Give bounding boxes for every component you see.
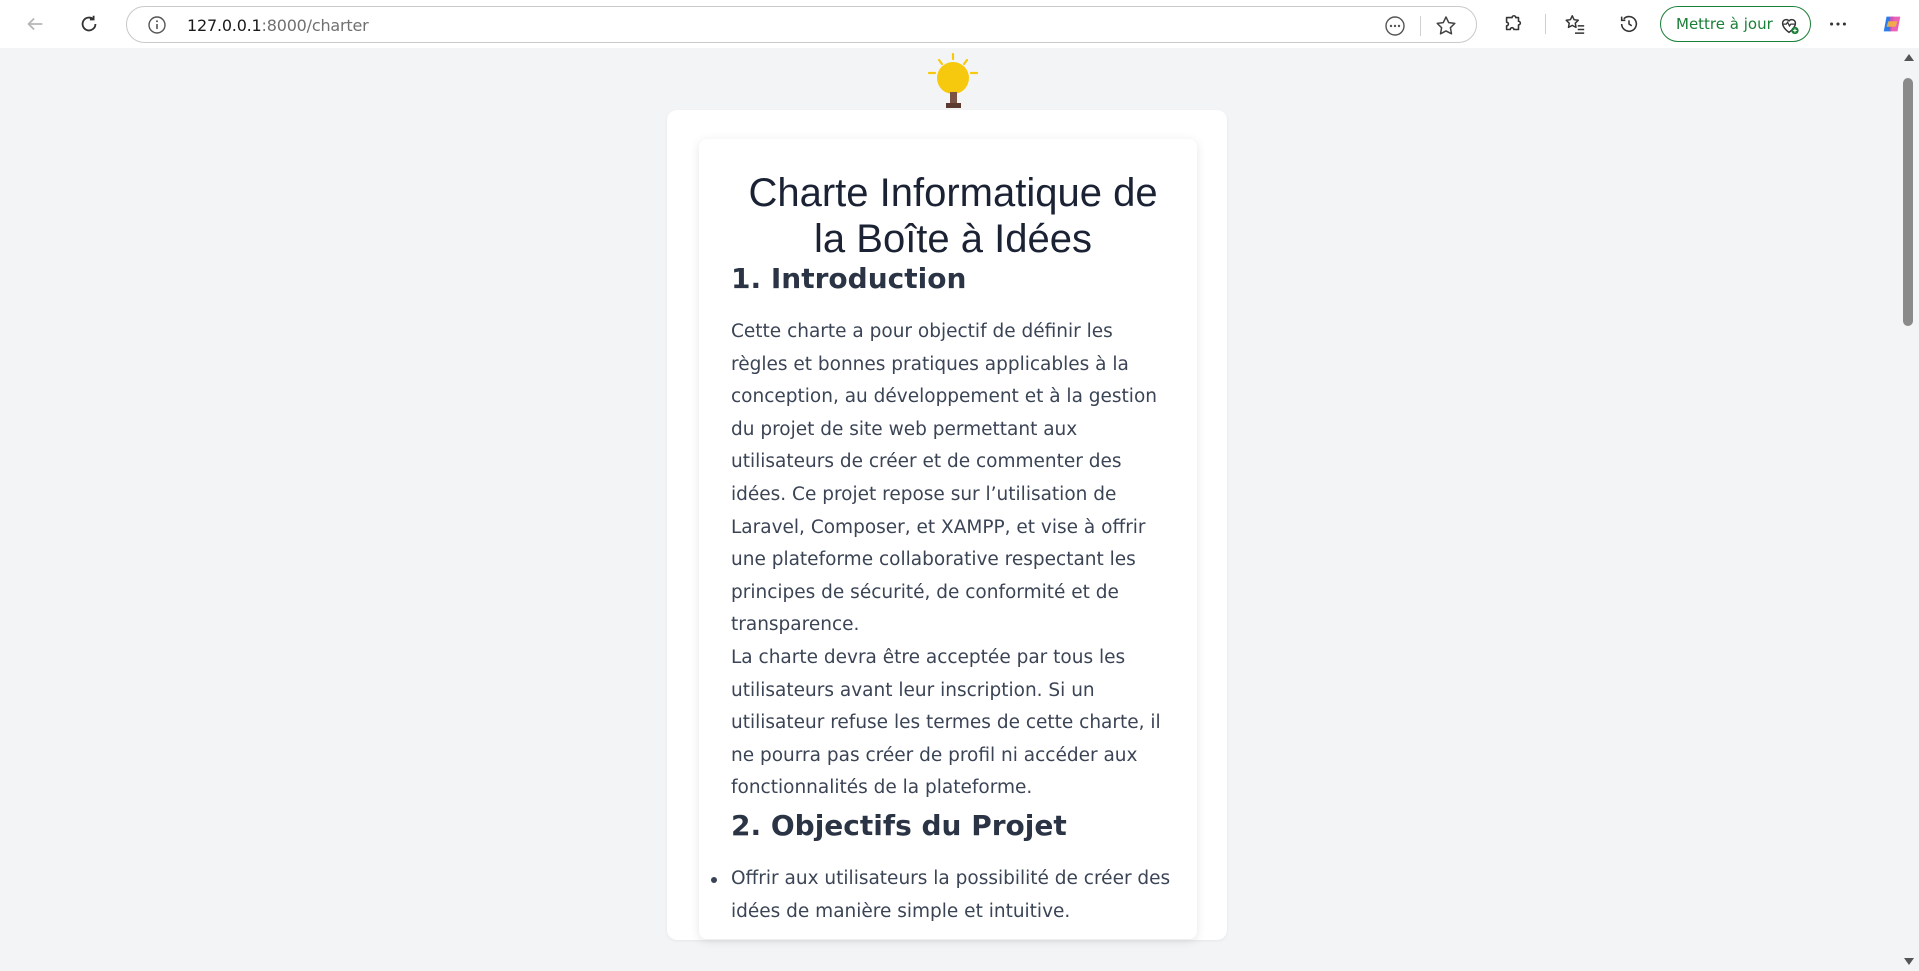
list-item: Offrir aux utilisateurs la possibilité d… bbox=[711, 863, 1175, 928]
charter-content: Charte Informatique de la Boîte à Idées … bbox=[711, 170, 1175, 928]
toolbar-separator bbox=[1545, 14, 1546, 34]
browser-toolbar: 127.0.0.1:8000/charter Mettre à jour bbox=[0, 0, 1919, 48]
reader-mode-icon[interactable] bbox=[1384, 15, 1406, 37]
copilot-icon[interactable] bbox=[1874, 6, 1910, 42]
address-separator bbox=[1420, 16, 1421, 36]
info-icon[interactable] bbox=[147, 15, 167, 35]
section-heading: 2. Objectifs du Projet bbox=[731, 808, 1067, 842]
update-button[interactable]: Mettre à jour bbox=[1660, 6, 1811, 42]
url-text[interactable]: 127.0.0.1:8000/charter bbox=[187, 16, 369, 35]
star-icon[interactable] bbox=[1434, 14, 1458, 38]
puzzle-icon[interactable] bbox=[1495, 6, 1531, 42]
history-icon[interactable] bbox=[1611, 6, 1647, 42]
page-scrollbar[interactable] bbox=[1899, 48, 1919, 971]
section-paragraph: Cette charte a pour objectif de définir … bbox=[731, 321, 1157, 636]
url-host: 127.0.0.1 bbox=[187, 16, 262, 35]
scroll-up-arrow-icon[interactable] bbox=[1904, 54, 1914, 61]
refresh-icon[interactable] bbox=[71, 6, 107, 42]
heart-pulse-icon bbox=[1781, 18, 1799, 35]
more-icon[interactable] bbox=[1820, 6, 1856, 42]
address-bar[interactable]: 127.0.0.1:8000/charter bbox=[126, 6, 1477, 43]
page-title: Charte Informatique de la Boîte à Idées bbox=[748, 171, 1158, 261]
back-arrow-icon[interactable] bbox=[17, 6, 53, 42]
section-heading: 1. Introduction bbox=[731, 262, 967, 295]
update-button-label: Mettre à jour bbox=[1676, 15, 1773, 33]
section-paragraph: La charte devra être acceptée par tous l… bbox=[731, 646, 1161, 799]
scroll-down-arrow-icon[interactable] bbox=[1904, 958, 1914, 965]
favorites-list-icon[interactable] bbox=[1557, 6, 1593, 42]
scrollbar-thumb[interactable] bbox=[1903, 78, 1913, 326]
url-path: :8000/charter bbox=[261, 16, 369, 35]
objectives-list: Offrir aux utilisateurs la possibilité d… bbox=[711, 863, 1175, 928]
lightbulb-icon bbox=[927, 52, 979, 108]
